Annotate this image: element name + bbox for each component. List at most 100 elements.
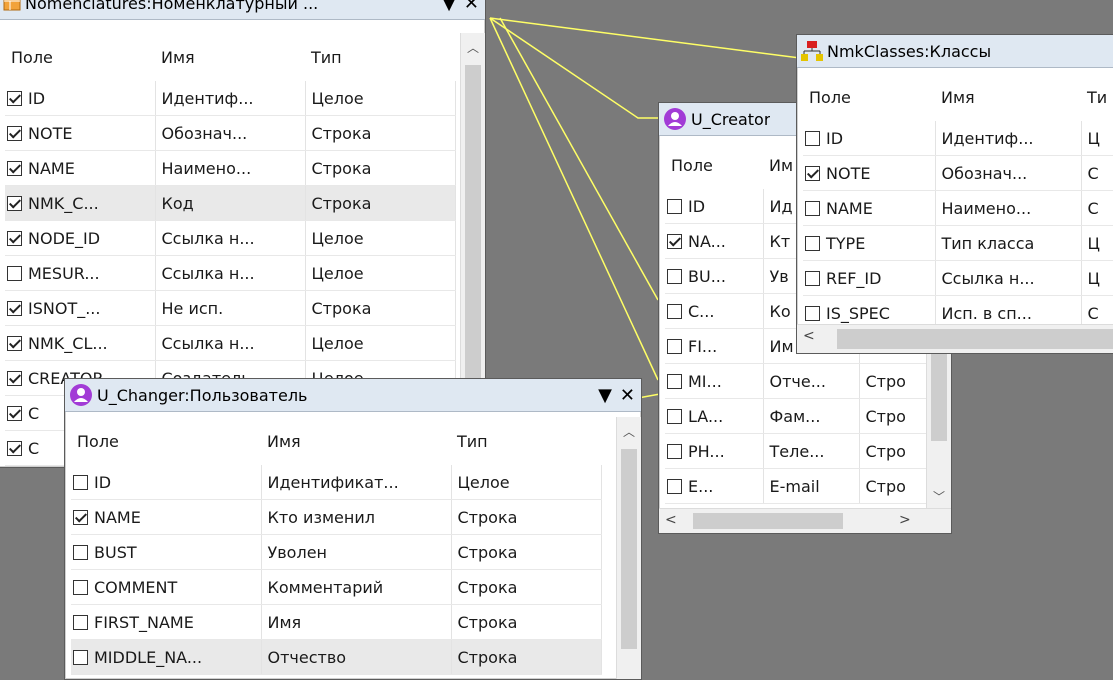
scroll-left-icon[interactable]: < [803,328,815,344]
table-row[interactable]: E... E-mail Стро [665,468,928,504]
field-name: MI... [688,372,722,391]
table-row[interactable]: NOTE Обознач... Строка [5,115,456,151]
column-header[interactable]: Имя [935,73,1081,121]
column-header[interactable]: Поле [71,417,261,465]
field-checkbox[interactable] [73,615,88,630]
field-caption: Наимено... [155,150,306,186]
column-header[interactable]: Поле [665,141,763,189]
scroll-thumb[interactable] [621,449,637,649]
field-caption: E-mail [763,468,860,504]
field-checkbox[interactable] [805,201,820,216]
table-row[interactable]: LA... Фам... Стро [665,398,928,434]
horizontal-scrollbar[interactable]: < [797,324,1113,353]
table-row[interactable]: PH... Теле... Стро [665,433,928,469]
field-name: C [28,439,40,458]
field-checkbox[interactable] [805,236,820,251]
field-checkbox[interactable] [7,91,22,106]
field-checkbox[interactable] [805,271,820,286]
table-row[interactable]: NMK_C... Код Строка [5,185,456,221]
table-row[interactable]: BUST Уволен Строка [71,534,602,570]
table-row[interactable]: MIDDLE_NA... Отчество Строка [71,639,602,675]
scroll-up-icon[interactable]: ︿ [617,423,641,440]
titlebar[interactable]: U_Changer:Пользователь ▼ ✕ [65,379,641,412]
field-checkbox[interactable] [667,409,682,424]
vertical-scrollbar[interactable]: ︿ [616,417,641,679]
column-header[interactable]: Тип [451,417,601,465]
field-checkbox[interactable] [667,444,682,459]
field-cell: C... [665,293,764,329]
close-icon[interactable]: ✕ [620,385,635,406]
table-row[interactable]: REF_ID Ссылка н... Ц [803,260,1113,296]
table-row[interactable]: NAME Кто изменил Строка [71,499,602,535]
horizontal-scrollbar[interactable]: < > [659,508,951,533]
field-checkbox[interactable] [805,166,820,181]
field-checkbox[interactable] [667,199,682,214]
dropdown-icon[interactable]: ▼ [598,385,612,406]
field-checkbox[interactable] [667,234,682,249]
fields-grid: Поле Имя Ти ID Идентиф... Ц NOTE Обознач... С NA… [803,73,1113,331]
table-row[interactable]: NOTE Обознач... С [803,155,1113,191]
field-checkbox[interactable] [667,479,682,494]
field-checkbox[interactable] [73,510,88,525]
field-checkbox[interactable] [73,650,88,665]
field-cell: PH... [665,433,764,469]
scroll-down-icon[interactable]: ﹀ [927,488,951,505]
field-name: NAME [28,159,75,178]
scroll-up-icon[interactable]: ︿ [461,39,485,56]
dropdown-icon[interactable]: ▼ [442,0,456,14]
table-u-changer[interactable]: U_Changer:Пользователь ▼ ✕ Поле Имя Тип ID… [64,378,642,680]
field-checkbox[interactable] [7,266,22,281]
field-type: Строка [451,499,602,535]
table-row[interactable]: MESUR... Ссылка н... Целое [5,255,456,291]
field-cell: BUST [71,534,262,570]
field-checkbox[interactable] [73,475,88,490]
column-header[interactable]: Ти [1081,73,1113,121]
table-row[interactable]: NAME Наимено... С [803,190,1113,226]
column-header[interactable]: Имя [155,33,305,81]
field-type: Строка [305,150,456,186]
field-checkbox[interactable] [7,161,22,176]
header-row: Поле Имя Ти [803,73,1113,121]
field-checkbox[interactable] [7,196,22,211]
field-checkbox[interactable] [667,374,682,389]
table-nmkclasses[interactable]: NmkClasses:Классы Поле Имя Ти ID Идентиф...… [796,34,1113,354]
field-checkbox[interactable] [73,545,88,560]
scroll-right-icon[interactable]: > [899,512,911,528]
field-checkbox[interactable] [7,301,22,316]
scroll-thumb[interactable] [693,513,843,529]
column-header[interactable]: Поле [5,33,155,81]
column-header[interactable]: Тип [305,33,455,81]
scroll-left-icon[interactable]: < [665,512,677,528]
field-checkbox[interactable] [7,441,22,456]
field-checkbox[interactable] [7,371,22,386]
field-name: NAME [94,508,141,527]
close-icon[interactable]: ✕ [464,0,479,14]
field-checkbox[interactable] [7,231,22,246]
field-checkbox[interactable] [805,131,820,146]
table-row[interactable]: ISNOT_... Не исп. Строка [5,290,456,326]
scroll-thumb[interactable] [837,329,1113,349]
titlebar[interactable]: Nomenclatures:Номенклатурный ... ▼ ✕ [0,0,485,20]
field-checkbox[interactable] [667,269,682,284]
column-header[interactable]: Имя [261,417,451,465]
field-cell: NODE_ID [5,220,156,256]
field-checkbox[interactable] [667,339,682,354]
table-row[interactable]: NMK_CL... Ссылка н... Целое [5,325,456,361]
field-checkbox[interactable] [805,306,820,321]
table-row[interactable]: MI... Отче... Стро [665,363,928,399]
field-checkbox[interactable] [73,580,88,595]
table-row[interactable]: NODE_ID Ссылка н... Целое [5,220,456,256]
table-row[interactable]: NAME Наимено... Строка [5,150,456,186]
field-checkbox[interactable] [667,304,682,319]
table-row[interactable]: FIRST_NAME Имя Строка [71,604,602,640]
table-row[interactable]: ID Идентиф... Ц [803,121,1113,156]
table-row[interactable]: ID Идентиф... Целое [5,81,456,116]
titlebar[interactable]: NmkClasses:Классы [797,35,1113,68]
table-row[interactable]: TYPE Тип класса Ц [803,225,1113,261]
table-row[interactable]: COMMENT Комментарий Строка [71,569,602,605]
column-header[interactable]: Поле [803,73,935,121]
field-checkbox[interactable] [7,126,22,141]
field-checkbox[interactable] [7,406,22,421]
field-checkbox[interactable] [7,336,22,351]
table-row[interactable]: ID Идентификат... Целое [71,465,602,500]
